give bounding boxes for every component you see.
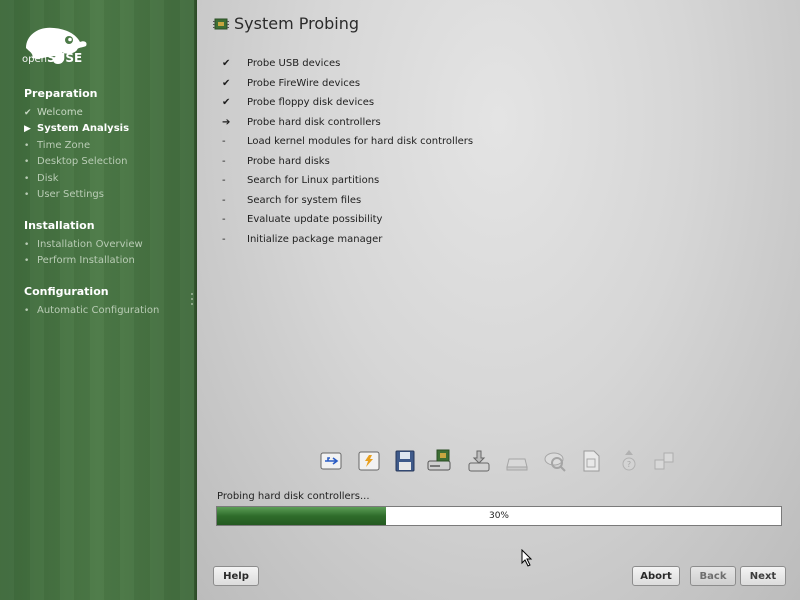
task-label: Evaluate update possibility xyxy=(247,214,383,225)
step-label: Time Zone xyxy=(37,140,91,151)
bullet-icon: • xyxy=(24,189,30,200)
task-item: - Evaluate update possibility xyxy=(222,214,382,225)
section-title-installation: Installation xyxy=(24,219,95,232)
section-title-configuration: Configuration xyxy=(24,285,109,298)
package-manager-icon xyxy=(654,452,674,470)
disk-controller-icon xyxy=(427,449,451,471)
bullet-icon: • xyxy=(24,173,30,184)
task-label: Probe FireWire devices xyxy=(247,78,361,89)
task-label: Search for Linux partitions xyxy=(247,175,380,186)
pending-dash-icon: - xyxy=(222,214,226,225)
bullet-icon: • xyxy=(24,305,30,316)
usb-icon xyxy=(320,452,342,470)
sidebar: openSUSE Preparation ✔ Welcome ▶ System … xyxy=(0,0,197,600)
pending-dash-icon: - xyxy=(222,136,226,147)
step-disk: • Disk xyxy=(24,173,58,184)
task-item: - Search for Linux partitions xyxy=(222,175,379,186)
step-label: System Analysis xyxy=(37,123,130,134)
svg-text:?: ? xyxy=(627,460,631,469)
step-time-zone: • Time Zone xyxy=(24,140,90,151)
arrow-right-icon: ➔ xyxy=(222,117,231,128)
progress-percent: 30% xyxy=(488,511,509,521)
step-label: Automatic Configuration xyxy=(37,305,160,316)
checkmark-icon: ✔ xyxy=(24,107,32,118)
step-label: Perform Installation xyxy=(37,255,135,266)
pending-dash-icon: - xyxy=(222,175,226,186)
current-step-arrow-icon: ▶ xyxy=(24,123,31,134)
task-item: ✔ Probe USB devices xyxy=(222,58,340,69)
floppy-icon xyxy=(395,450,415,472)
step-automatic-configuration: • Automatic Configuration xyxy=(24,305,159,316)
system-files-icon xyxy=(583,450,600,472)
step-user-settings: • User Settings xyxy=(24,189,104,200)
hard-disk-icon xyxy=(506,458,528,471)
pending-dash-icon: - xyxy=(222,156,226,167)
mouse-pointer-icon xyxy=(521,549,533,567)
kernel-module-icon xyxy=(468,450,490,472)
section-title-preparation: Preparation xyxy=(24,87,98,100)
bullet-icon: • xyxy=(24,156,30,167)
task-item: - Load kernel modules for hard disk cont… xyxy=(222,136,473,147)
step-label: Desktop Selection xyxy=(37,156,128,167)
help-button[interactable]: Help xyxy=(213,566,259,586)
pending-dash-icon: - xyxy=(222,195,226,206)
partition-search-icon xyxy=(544,452,566,472)
update-icon: ? xyxy=(622,450,636,471)
task-item: - Initialize package manager xyxy=(222,234,382,245)
step-label: Installation Overview xyxy=(37,239,143,250)
bullet-icon: • xyxy=(24,255,30,266)
step-label: Disk xyxy=(37,173,59,184)
abort-button[interactable]: Abort xyxy=(632,566,680,586)
check-icon: ✔ xyxy=(222,58,231,69)
check-icon: ✔ xyxy=(222,97,231,108)
step-label: Welcome xyxy=(37,107,83,118)
task-item: ✔ Probe floppy disk devices xyxy=(222,97,374,108)
step-desktop-selection: • Desktop Selection xyxy=(24,156,128,167)
task-label: Search for system files xyxy=(247,195,362,206)
task-label: Probe USB devices xyxy=(247,58,341,69)
task-label: Probe hard disk controllers xyxy=(247,117,381,128)
page-title: System Probing xyxy=(234,14,360,33)
task-item: - Search for system files xyxy=(222,195,361,206)
task-label: Initialize package manager xyxy=(247,234,383,245)
back-button[interactable]: Back xyxy=(690,566,736,586)
pending-dash-icon: - xyxy=(222,234,226,245)
sidebar-resize-grip[interactable] xyxy=(191,293,194,308)
task-label: Load kernel modules for hard disk contro… xyxy=(247,136,474,147)
task-item: - Probe hard disks xyxy=(222,156,330,167)
progress-label: Probing hard disk controllers... xyxy=(217,491,370,502)
next-button[interactable]: Next xyxy=(740,566,786,586)
step-installation-overview: • Installation Overview xyxy=(24,239,143,250)
step-welcome: ✔ Welcome xyxy=(24,107,83,118)
opensuse-wordmark: openSUSE xyxy=(22,51,83,65)
task-item: ✔ Probe FireWire devices xyxy=(222,78,360,89)
main-content: System Probing ✔ Probe USB devices ✔ Pro… xyxy=(197,0,800,600)
step-perform-installation: • Perform Installation xyxy=(24,255,135,266)
task-label: Probe hard disks xyxy=(247,156,330,167)
check-icon: ✔ xyxy=(222,78,231,89)
bullet-icon: • xyxy=(24,140,30,151)
task-item-current: ➔ Probe hard disk controllers xyxy=(222,117,381,128)
bullet-icon: • xyxy=(24,239,30,250)
chip-icon xyxy=(213,18,229,30)
progress-bar: 30% xyxy=(216,506,782,526)
step-system-analysis: ▶ System Analysis xyxy=(24,123,129,134)
step-label: User Settings xyxy=(37,189,104,200)
firewire-icon xyxy=(358,451,380,471)
task-label: Probe floppy disk devices xyxy=(247,97,375,108)
